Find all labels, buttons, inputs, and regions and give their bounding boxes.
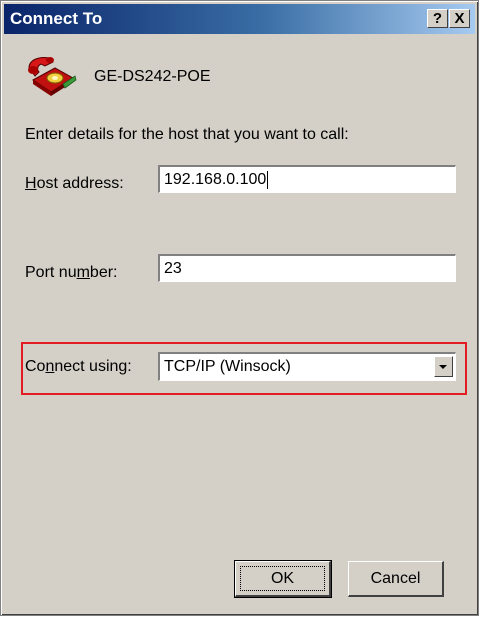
connect-label-pre: Co bbox=[25, 358, 46, 375]
cancel-button-label: Cancel bbox=[370, 570, 421, 587]
window-title: Connect To bbox=[10, 9, 103, 28]
port-number-label: Port number: bbox=[25, 264, 118, 282]
connect-using-label: Connect using: bbox=[25, 358, 132, 376]
port-label-post: ber: bbox=[89, 264, 118, 281]
port-label-pre: Port nu bbox=[25, 264, 77, 281]
connect-to-dialog: Connect To ? X GE-DS242-POE Enter detail… bbox=[0, 0, 479, 616]
host-address-value: 192.168.0.100 bbox=[164, 171, 267, 188]
chevron-down-icon bbox=[439, 365, 447, 369]
help-icon: ? bbox=[432, 10, 443, 27]
text-caret bbox=[267, 170, 269, 189]
port-number-value: 23 bbox=[164, 260, 182, 277]
connect-label-post: nect using: bbox=[54, 358, 132, 375]
close-icon: X bbox=[454, 10, 465, 27]
help-button[interactable]: ? bbox=[427, 9, 448, 28]
close-button[interactable]: X bbox=[449, 9, 470, 28]
port-label-accel: m bbox=[76, 264, 90, 281]
port-number-input[interactable]: 23 bbox=[158, 254, 456, 282]
instructions-text: Enter details for the host that you want… bbox=[25, 126, 349, 143]
host-address-label-rest: ost address: bbox=[36, 175, 124, 192]
focus-rectangle bbox=[240, 566, 325, 591]
dropdown-button[interactable] bbox=[434, 356, 453, 377]
host-address-label: Host address: bbox=[25, 175, 124, 193]
connection-name: GE-DS242-POE bbox=[94, 68, 211, 85]
ok-button[interactable]: OK bbox=[234, 560, 332, 598]
red-telephone-icon bbox=[28, 57, 77, 96]
host-address-accel: H bbox=[25, 175, 37, 192]
connect-using-value: TCP/IP (Winsock) bbox=[164, 358, 291, 375]
host-address-input[interactable]: 192.168.0.100 bbox=[158, 165, 456, 193]
connect-using-select[interactable]: TCP/IP (Winsock) bbox=[158, 352, 456, 381]
cancel-button[interactable]: Cancel bbox=[348, 561, 444, 597]
title-bar[interactable]: Connect To ? X bbox=[4, 4, 475, 34]
